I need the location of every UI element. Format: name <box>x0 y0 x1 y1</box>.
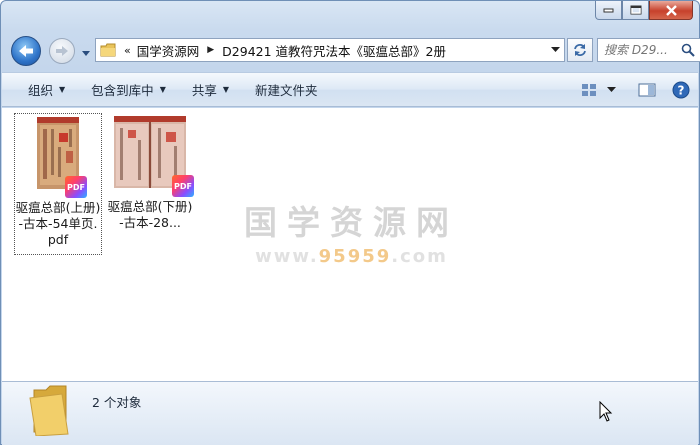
toolbar-right-group: ? <box>581 73 690 106</box>
forward-button[interactable] <box>49 38 75 64</box>
address-dropdown-icon[interactable] <box>551 47 560 53</box>
new-folder-label: 新建文件夹 <box>255 83 318 98</box>
maximize-button[interactable] <box>622 1 649 20</box>
chevron-down-icon <box>82 51 90 56</box>
breadcrumb-separator-icon[interactable]: ▶ <box>207 45 214 55</box>
navigation-bar: « 国学资源网 ▶ D29421 道教符咒法本《驱瘟总部》2册 <box>9 34 700 68</box>
include-in-library-label: 包含到库中 <box>91 83 154 98</box>
maximize-icon <box>630 5 641 15</box>
close-button[interactable] <box>649 1 693 20</box>
folder-icon <box>100 43 116 57</box>
file-name[interactable]: 驱瘟总部(上册)-古本-54单页.pdf <box>15 200 101 248</box>
recent-pages-dropdown[interactable] <box>81 46 91 60</box>
dropdown-arrow-icon: ▼ <box>59 85 66 94</box>
watermark-url-suffix: .com <box>391 246 448 267</box>
minimize-button[interactable] <box>595 1 622 20</box>
details-pane: 2 个对象 <box>2 381 698 445</box>
preview-pane-icon[interactable] <box>638 83 656 97</box>
breadcrumb-item-root[interactable]: 国学资源网 <box>137 41 200 60</box>
back-arrow-icon <box>19 45 33 57</box>
organize-label: 组织 <box>28 83 54 98</box>
watermark-url-prefix: www. <box>255 246 319 267</box>
share-label: 共享 <box>191 83 217 98</box>
file-item[interactable]: PDF 驱瘟总部(上册)-古本-54单页.pdf <box>14 113 102 255</box>
dropdown-arrow-icon: ▼ <box>159 85 166 94</box>
view-options-dropdown-icon[interactable] <box>607 86 616 93</box>
refresh-button[interactable] <box>567 38 593 62</box>
pdf-thumbnail: PDF <box>114 116 194 197</box>
watermark: 国学资源网 www.95959.com <box>244 196 459 267</box>
search-input[interactable] <box>604 43 680 57</box>
explorer-window: « 国学资源网 ▶ D29421 道教符咒法本《驱瘟总部》2册 组织 ▼ 包含到库… <box>0 0 700 445</box>
item-count: 2 个对象 <box>92 395 142 410</box>
organize-button[interactable]: 组织 ▼ <box>2 73 78 106</box>
forward-arrow-icon <box>56 46 68 56</box>
watermark-url-number: 95959 <box>318 246 392 267</box>
change-view-icon[interactable] <box>581 83 597 97</box>
include-in-library-button[interactable]: 包含到库中 ▼ <box>78 73 179 106</box>
new-folder-button[interactable]: 新建文件夹 <box>242 73 331 106</box>
address-bar[interactable]: « 国学资源网 ▶ D29421 道教符咒法本《驱瘟总部》2册 <box>95 38 565 62</box>
help-icon[interactable]: ? <box>672 81 690 99</box>
caption-buttons <box>595 1 693 20</box>
breadcrumb-item-current[interactable]: D29421 道教符咒法本《驱瘟总部》2册 <box>222 41 446 60</box>
watermark-title: 国学资源网 <box>244 203 459 242</box>
file-name[interactable]: 驱瘟总部(下册)-古本-28... <box>107 199 193 231</box>
pdf-badge-icon: PDF <box>172 175 194 197</box>
file-list-pane[interactable]: 国学资源网 www.95959.com PDF 驱瘟总部(上册)-古本-54单页… <box>2 108 698 381</box>
watermark-url: www.95959.com <box>244 246 459 267</box>
minimize-icon <box>603 8 614 13</box>
back-button[interactable] <box>11 36 41 66</box>
share-button[interactable]: 共享 ▼ <box>179 73 242 106</box>
breadcrumb-overflow[interactable]: « <box>124 44 131 57</box>
svg-text:?: ? <box>678 83 685 97</box>
refresh-icon <box>574 44 586 56</box>
pdf-thumbnail: PDF <box>37 117 87 198</box>
pdf-badge-icon: PDF <box>65 176 87 198</box>
file-item[interactable]: PDF 驱瘟总部(下册)-古本-28... <box>106 113 194 255</box>
search-icon[interactable] <box>681 43 695 57</box>
breadcrumb: « 国学资源网 ▶ D29421 道教符咒法本《驱瘟总部》2册 <box>116 41 446 60</box>
command-bar: 组织 ▼ 包含到库中 ▼ 共享 ▼ 新建文件夹 ? <box>2 72 698 107</box>
dropdown-arrow-icon: ▼ <box>222 85 230 94</box>
mouse-cursor-icon <box>599 400 613 426</box>
search-box[interactable] <box>597 38 700 62</box>
folder-large-icon <box>28 384 72 439</box>
close-icon <box>665 4 677 16</box>
